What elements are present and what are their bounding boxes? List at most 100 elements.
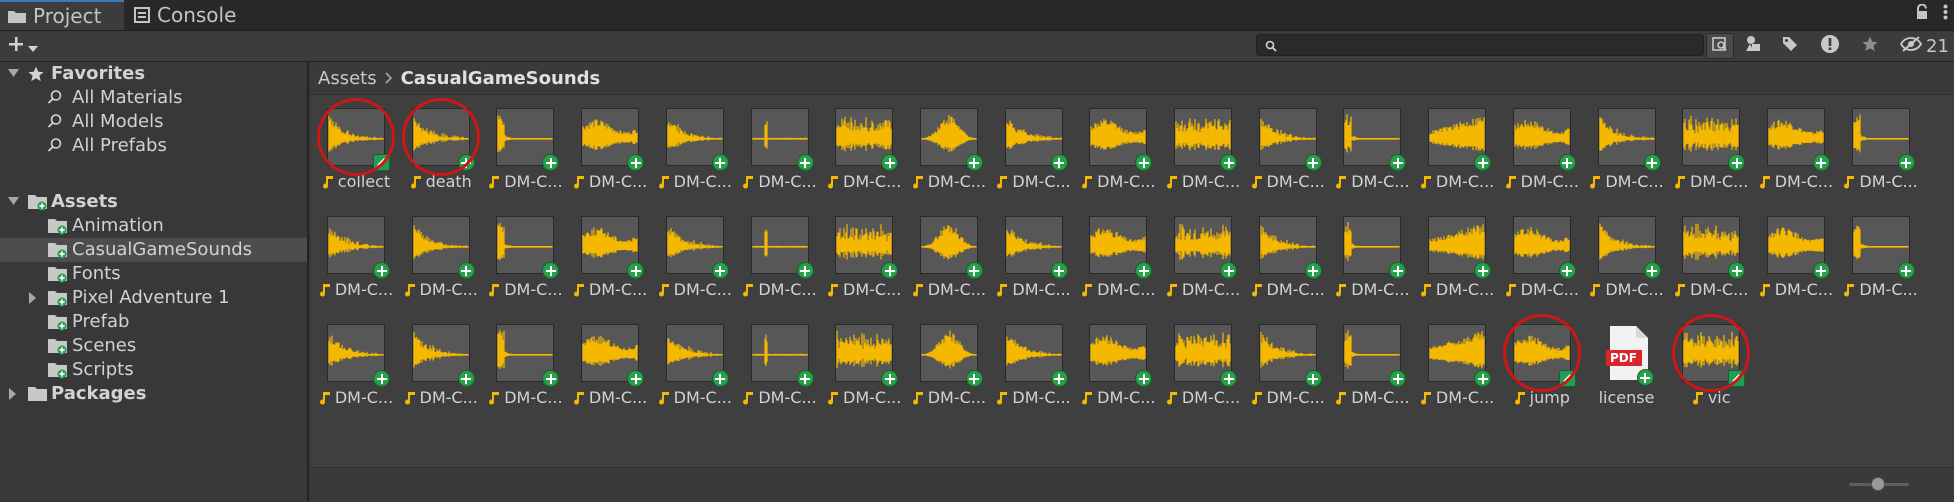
sidebar-item-animation[interactable]: Animation [0,214,307,238]
asset-audio-clip[interactable]: DM-C... [1755,203,1837,301]
add-badge-icon [1474,370,1492,387]
asset-audio-clip[interactable]: DM-C... [993,311,1075,409]
asset-audio-clip[interactable]: jump [1501,311,1583,409]
sidebar-item-all-prefabs[interactable]: All Prefabs [0,134,307,158]
asset-audio-clip[interactable]: DM-C... [1416,95,1498,193]
tab-console[interactable]: Console [134,0,254,30]
asset-audio-clip[interactable]: DM-C... [1077,95,1159,193]
asset-audio-clip[interactable]: DM-C... [400,203,482,301]
asset-audio-clip[interactable]: DM-C... [739,95,821,193]
asset-audio-clip[interactable]: DM-C... [569,203,651,301]
asset-audio-clip[interactable]: DM-C... [1840,203,1922,301]
asset-audio-clip[interactable]: DM-C... [823,311,905,409]
sidebar-item-all-materials[interactable]: All Materials [0,86,307,110]
asset-audio-clip[interactable]: DM-C... [1501,203,1583,301]
sidebar-item-favorites[interactable]: Favorites [0,62,307,86]
sidebar-item-assets[interactable]: Assets [0,190,307,214]
add-badge-icon [711,262,729,279]
asset-audio-clip[interactable]: DM-C... [823,95,905,193]
asset-audio-clip[interactable]: DM-C... [1670,95,1752,193]
asset-audio-clip[interactable]: DM-C... [908,203,990,301]
asset-audio-clip[interactable]: DM-C... [823,203,905,301]
asset-audio-clip[interactable]: DM-C... [1840,95,1922,193]
asset-audio-clip[interactable]: vic [1670,311,1752,409]
asset-audio-clip[interactable]: DM-C... [1331,203,1413,301]
asset-audio-clip[interactable]: DM-C... [1416,203,1498,301]
hidden-packages-toggle[interactable]: 21 [1899,35,1949,57]
sidebar-item-all-models[interactable]: All Models [0,110,307,134]
hidden-packages-count: 21 [1926,35,1949,57]
asset-audio-clip[interactable]: DM-C... [1247,311,1329,409]
tab-project[interactable]: Project [0,0,124,30]
sidebar-item-scenes[interactable]: Scenes [0,334,307,358]
expand-arrow-down-icon[interactable] [8,196,19,206]
asset-audio-clip[interactable]: DM-C... [654,203,736,301]
asset-audio-clip[interactable]: DM-C... [993,203,1075,301]
lock-icon[interactable] [1915,3,1929,24]
asset-audio-clip[interactable]: death [400,95,482,193]
asset-audio-clip[interactable]: DM-C... [739,311,821,409]
sidebar-item-packages[interactable]: Packages [0,382,307,406]
sidebar-item-scripts[interactable]: Scripts [0,358,307,382]
asset-audio-clip[interactable]: DM-C... [1247,203,1329,301]
asset-audio-clip[interactable]: DM-C... [993,95,1075,193]
save-search-button[interactable] [1856,33,1884,59]
asset-audio-clip[interactable]: DM-C... [1331,311,1413,409]
icon-size-slider-handle[interactable] [1871,477,1885,491]
more-options-icon[interactable] [1943,4,1948,24]
asset-audio-clip[interactable]: DM-C... [315,203,397,301]
asset-audio-clip[interactable]: DM-C... [1077,203,1159,301]
chevron-down-icon [28,37,38,56]
expand-arrow-right-icon[interactable] [8,388,17,400]
asset-label: DM-C... [1077,388,1159,407]
asset-audio-clip[interactable]: DM-C... [1077,311,1159,409]
audio-thumbnail [1174,324,1237,387]
asset-audio-clip[interactable]: DM-C... [1586,95,1668,193]
asset-audio-clip[interactable]: DM-C... [1670,203,1752,301]
asset-audio-clip[interactable]: DM-C... [654,95,736,193]
asset-audio-clip[interactable]: DM-C... [908,95,990,193]
create-asset-button[interactable] [8,33,46,59]
asset-audio-clip[interactable]: DM-C... [1501,95,1583,193]
asset-audio-clip[interactable]: DM-C... [1162,95,1244,193]
asset-audio-clip[interactable]: DM-C... [654,311,736,409]
asset-audio-clip[interactable]: DM-C... [315,311,397,409]
search-by-type-button[interactable] [1706,33,1734,59]
asset-audio-clip[interactable]: DM-C... [1416,311,1498,409]
sidebar-item-prefab[interactable]: Prefab [0,310,307,334]
sidebar-item-label: Packages [51,383,147,404]
music-note-icon [488,175,500,189]
asset-audio-clip[interactable]: DM-C... [1247,95,1329,193]
asset-audio-clip[interactable]: DM-C... [1162,203,1244,301]
sidebar-item-pixel-adventure-1[interactable]: Pixel Adventure 1 [0,286,307,310]
log-filter-button[interactable] [1816,33,1844,59]
asset-audio-clip[interactable]: DM-C... [400,311,482,409]
asset-audio-clip[interactable]: DM-C... [908,311,990,409]
expand-arrow-down-icon[interactable] [8,68,19,78]
asset-audio-clip[interactable]: DM-C... [484,311,566,409]
asset-audio-clip[interactable]: DM-C... [484,95,566,193]
asset-audio-clip[interactable]: DM-C... [1162,311,1244,409]
asset-pdf-file[interactable]: PDF license [1586,311,1668,409]
music-note-icon [1759,283,1771,297]
asset-audio-clip[interactable]: DM-C... [569,95,651,193]
filter-by-label-button[interactable] [1776,33,1804,59]
plus-icon [8,36,24,56]
asset-audio-clip[interactable]: DM-C... [484,203,566,301]
asset-audio-clip[interactable]: DM-C... [1331,95,1413,193]
search-field[interactable] [1256,34,1704,57]
asset-audio-clip[interactable]: DM-C... [1586,203,1668,301]
music-note-icon [1081,391,1093,405]
sidebar-item-fonts[interactable]: Fonts [0,262,307,286]
sidebar-item-casualgamesounds[interactable]: CasualGameSounds [0,238,307,262]
breadcrumb-assets[interactable]: Assets [318,68,377,89]
filter-by-type-button[interactable] [1740,33,1768,59]
asset-audio-clip[interactable]: DM-C... [569,311,651,409]
asset-audio-clip[interactable]: collect [315,95,397,193]
search-input[interactable] [1283,35,1697,57]
asset-audio-clip[interactable]: DM-C... [739,203,821,301]
breadcrumb-current[interactable]: CasualGameSounds [401,68,601,89]
expand-arrow-right-icon[interactable] [28,292,37,304]
asset-name: DM-C... [588,388,648,407]
asset-audio-clip[interactable]: DM-C... [1755,95,1837,193]
